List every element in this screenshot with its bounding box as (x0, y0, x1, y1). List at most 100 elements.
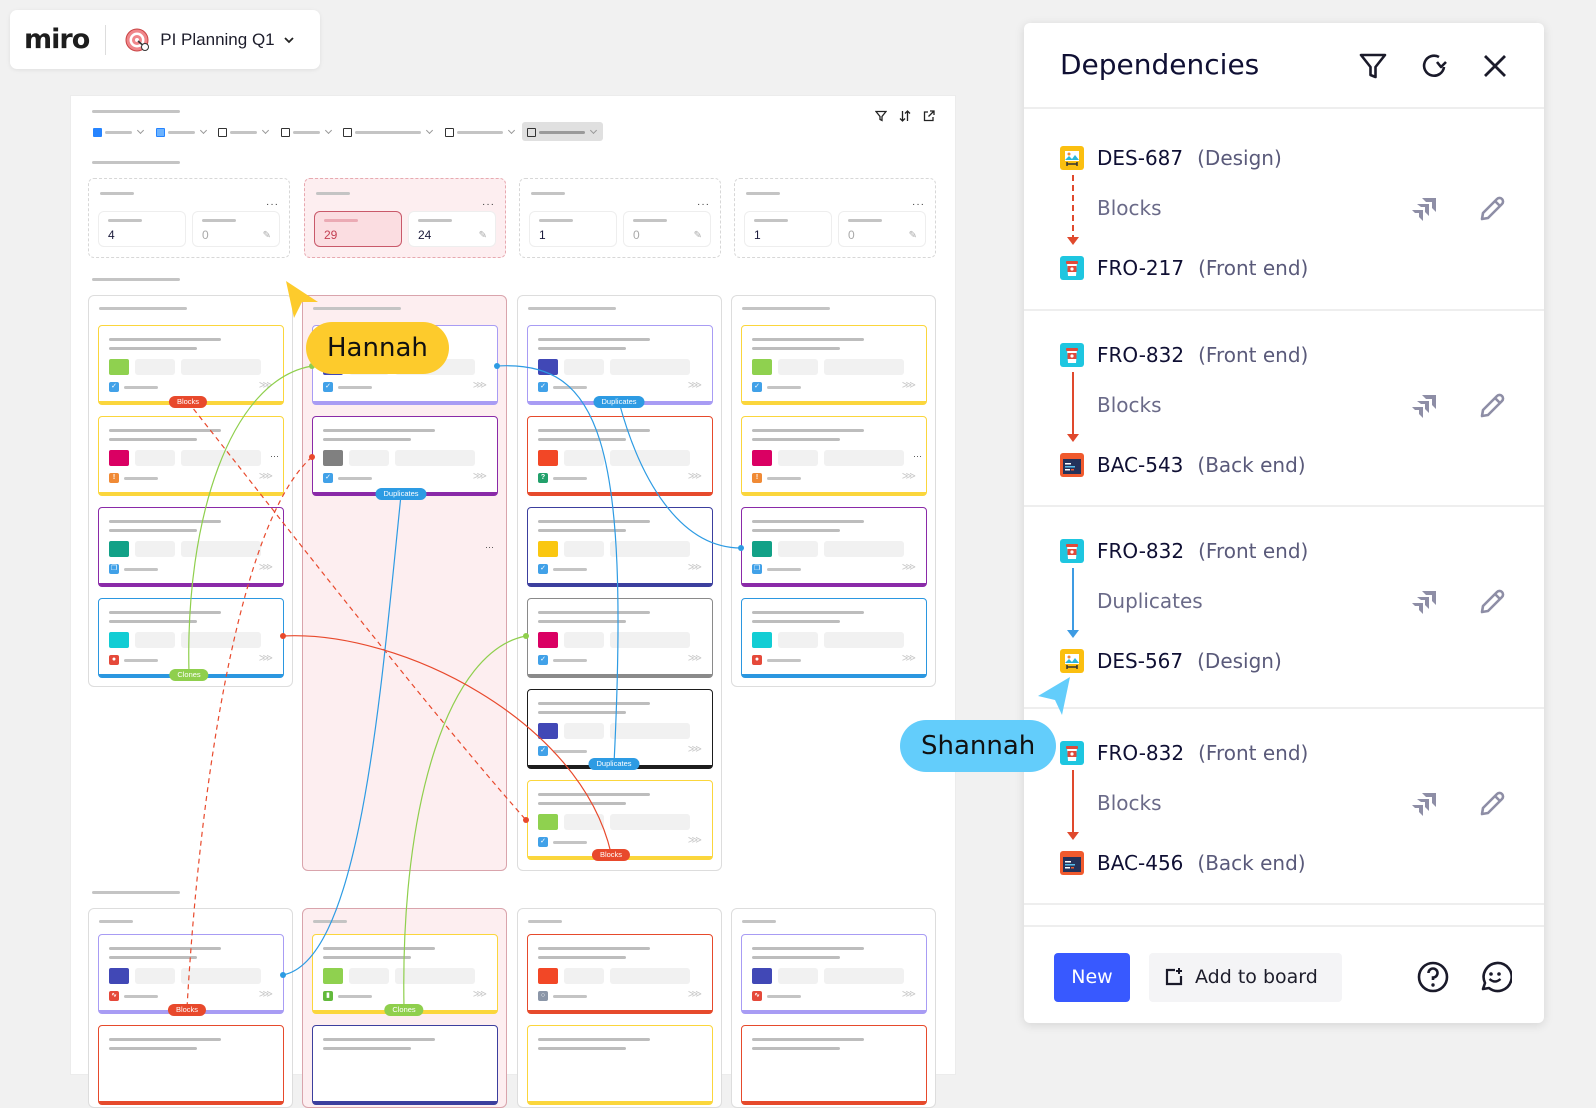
issue-key[interactable]: FRO-832 (1097, 741, 1184, 765)
dependency-source[interactable]: FRO-832 (Front end) (1060, 740, 1308, 766)
dependency-target[interactable]: BAC-543 (Back end) (1060, 452, 1306, 478)
new-dependency-button[interactable]: New (1054, 953, 1130, 1002)
issue-card[interactable] (527, 1025, 713, 1105)
dependency-target[interactable]: DES-567 (Design) (1060, 648, 1282, 674)
edit-pencil-icon[interactable]: ✎ (909, 230, 917, 241)
board-name[interactable]: PI Planning Q1 (160, 30, 274, 50)
jira-icon[interactable] (1408, 192, 1442, 226)
issue-card[interactable]: ✓ ⋙ (312, 416, 498, 496)
tag-duplicates[interactable]: Duplicates (375, 488, 427, 500)
external-link-icon[interactable] (923, 110, 935, 122)
more-options-icon[interactable]: ··· (266, 199, 279, 210)
issue-card[interactable]: ✓ ⋙ (741, 325, 927, 405)
more-options-icon[interactable]: ··· (270, 451, 279, 461)
edit-pencil-icon[interactable]: ✎ (694, 230, 702, 241)
card-color-swatch (109, 450, 129, 466)
toolbar-filter-selected[interactable] (527, 126, 598, 138)
tag-blocks[interactable]: Blocks (167, 1004, 207, 1016)
toolbar-filter-board[interactable] (156, 126, 208, 138)
toolbar-filter-grouping[interactable] (445, 126, 516, 138)
filter-icon[interactable] (875, 110, 887, 122)
summary-stat[interactable]: 1 (744, 211, 832, 247)
sort-icon[interactable] (899, 110, 911, 122)
jira-icon[interactable] (1408, 389, 1442, 423)
issue-card[interactable] (312, 1025, 498, 1105)
tag-blocks[interactable]: Blocks (591, 849, 631, 861)
issue-key[interactable]: DES-567 (1097, 649, 1183, 673)
issue-card[interactable]: ✓ ⋙ (527, 780, 713, 860)
feedback-smiley-icon[interactable] (1478, 960, 1512, 994)
refresh-icon[interactable] (1419, 50, 1451, 82)
issue-card[interactable] (741, 1025, 927, 1105)
issue-key[interactable]: FRO-832 (1097, 343, 1184, 367)
issue-card[interactable] (98, 1025, 284, 1105)
edit-pencil-icon[interactable] (1475, 787, 1509, 821)
issue-card[interactable]: ❐ ⋙ (741, 507, 927, 587)
shannah-cursor-icon (1038, 677, 1070, 715)
dependency-target[interactable]: FRO-217 (Front end) (1060, 255, 1308, 281)
jira-icon[interactable] (1408, 585, 1442, 619)
edit-pencil-icon[interactable] (1475, 389, 1509, 423)
summary-stat[interactable]: 1 (529, 211, 617, 247)
tag-duplicates[interactable]: Duplicates (593, 396, 645, 408)
more-options-icon[interactable]: ··· (913, 451, 922, 461)
issue-card[interactable]: ✓ ⋙ (527, 325, 713, 405)
tag-clones[interactable]: Clones (169, 669, 209, 681)
issue-card[interactable]: ! ⋙ ··· (98, 416, 284, 496)
help-icon[interactable] (1416, 960, 1450, 994)
toolbar-filter-columns[interactable] (218, 126, 270, 138)
more-options-icon[interactable]: ··· (485, 542, 494, 552)
issue-key[interactable]: FRO-217 (1097, 256, 1184, 280)
summary-stat[interactable]: 0 ✎ (192, 211, 280, 247)
summary-title-placeholder (316, 192, 350, 195)
issue-key[interactable]: BAC-543 (1097, 453, 1183, 477)
dependency-source[interactable]: DES-687 (Design) (1060, 145, 1282, 171)
issue-key[interactable]: FRO-832 (1097, 539, 1184, 563)
issue-key[interactable]: DES-687 (1097, 146, 1183, 170)
issue-card[interactable]: ▮ ⋙ (312, 934, 498, 1014)
tag-duplicates[interactable]: Duplicates (588, 758, 640, 770)
more-options-icon[interactable]: ··· (482, 199, 495, 210)
dependency-target[interactable]: BAC-456 (Back end) (1060, 850, 1306, 876)
issue-card[interactable]: ● ⋙ (741, 598, 927, 678)
issue-card[interactable]: ∿ ⋙ (741, 934, 927, 1014)
toolbar-filter-jira[interactable] (93, 126, 145, 138)
jira-icon[interactable] (1408, 787, 1442, 821)
card-field-placeholder (181, 632, 261, 648)
more-options-icon[interactable]: ··· (912, 199, 925, 210)
issue-card[interactable]: ○ ⋙ (527, 934, 713, 1014)
dependency-source[interactable]: FRO-832 (Front end) (1060, 538, 1308, 564)
tag-clones[interactable]: Clones (384, 1004, 424, 1016)
issue-key[interactable]: BAC-456 (1097, 851, 1183, 875)
card-color-swatch (752, 450, 772, 466)
issue-card[interactable]: ? ⋙ (527, 416, 713, 496)
edit-pencil-icon[interactable]: ✎ (479, 230, 487, 241)
issue-card[interactable]: ● ⋙ (98, 598, 284, 678)
edit-pencil-icon[interactable] (1475, 585, 1509, 619)
summary-stat[interactable]: 4 (98, 211, 186, 247)
issue-card[interactable]: ✓ ⋙ (527, 598, 713, 678)
issue-card[interactable]: ✓ ⋙ (527, 689, 713, 769)
close-icon[interactable] (1479, 50, 1511, 82)
issue-card[interactable]: ✓ ⋙ (527, 507, 713, 587)
issue-card[interactable]: ❐ ⋙ (98, 507, 284, 587)
filter-icon[interactable] (1357, 50, 1389, 82)
summary-stat[interactable]: 0 ✎ (623, 211, 711, 247)
toolbar-filter-rows[interactable] (281, 126, 333, 138)
issue-card[interactable]: ∿ ⋙ (98, 934, 284, 1014)
tag-blocks[interactable]: Blocks (168, 396, 208, 408)
issue-card[interactable]: ✓ ⋙ (98, 325, 284, 405)
more-options-icon[interactable]: ··· (697, 199, 710, 210)
summary-stat[interactable]: 0 ✎ (838, 211, 926, 247)
issue-card[interactable]: ! ⋙ ··· (741, 416, 927, 496)
edit-pencil-icon[interactable]: ✎ (263, 230, 271, 241)
miro-logo[interactable]: miro (24, 24, 90, 55)
edit-pencil-icon[interactable] (1475, 192, 1509, 226)
toolbar-filter-card-layout[interactable] (343, 126, 434, 138)
add-to-board-button[interactable]: Add to board (1149, 953, 1342, 1002)
chevron-down-icon[interactable] (283, 34, 295, 46)
summary-stat[interactable]: 29 (314, 211, 402, 247)
dependency-source[interactable]: FRO-832 (Front end) (1060, 342, 1308, 368)
issue-type-icon: ! (752, 473, 762, 483)
summary-stat[interactable]: 24 ✎ (408, 211, 496, 247)
